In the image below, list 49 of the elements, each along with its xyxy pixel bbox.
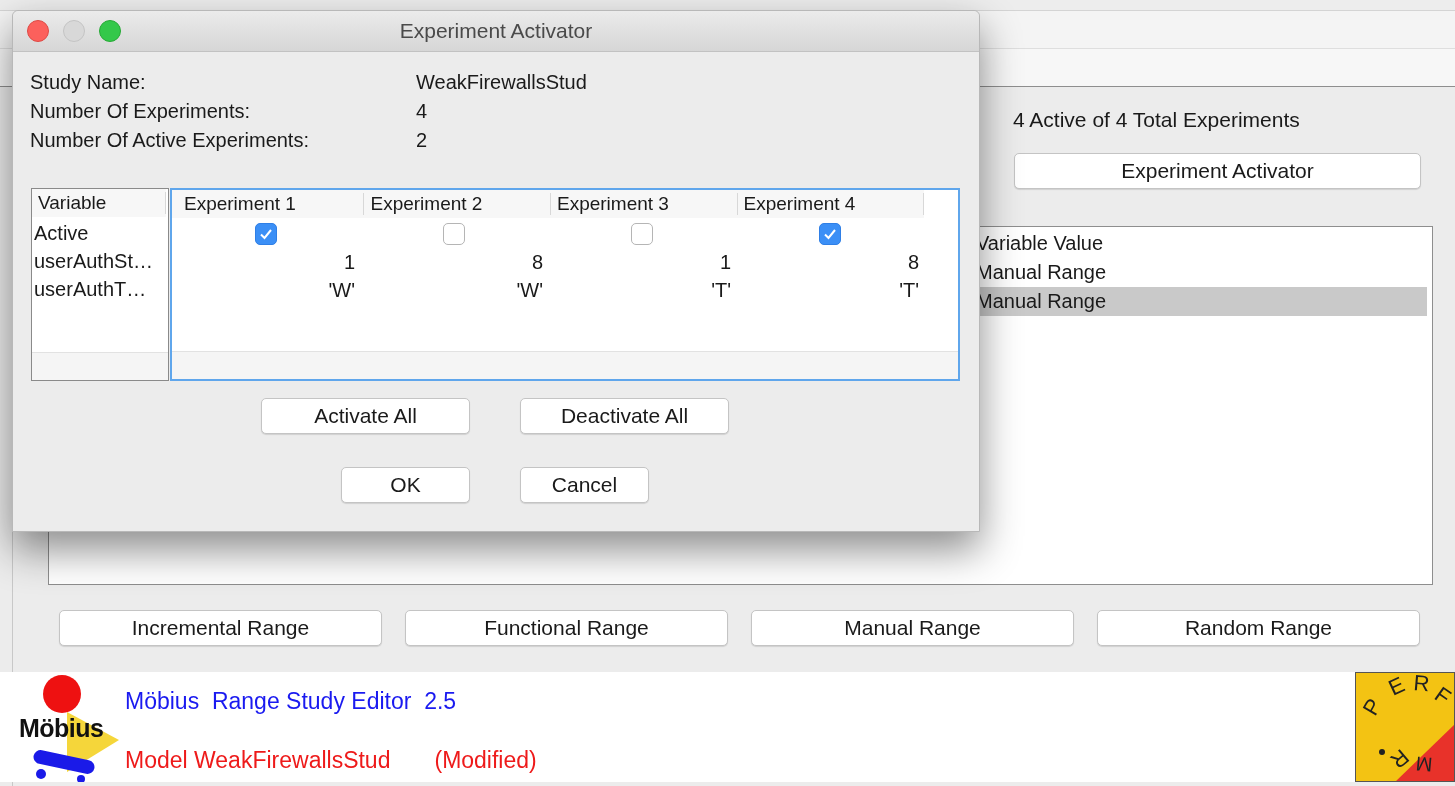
column-header: Experiment 1: [177, 193, 365, 215]
window-title: Experiment Activator: [399, 19, 593, 43]
column-header: Experiment 3: [551, 193, 738, 215]
table-cell-text: 1: [718, 250, 732, 274]
modified-status: (Modified): [434, 747, 537, 774]
deactivate-all-button[interactable]: Deactivate All: [520, 398, 729, 434]
model-name: Model WeakFirewallsStud: [125, 747, 391, 774]
activate-all-button[interactable]: Activate All: [261, 398, 470, 434]
table-cell-text: 'W': [515, 278, 544, 302]
table-cell-text: 8: [906, 250, 920, 274]
info-label: Study Name:: [30, 70, 147, 95]
checkmark-icon: [259, 228, 273, 240]
active-checkbox[interactable]: [819, 223, 841, 245]
column-header: Variable: [32, 192, 166, 214]
active-checkbox[interactable]: [631, 223, 653, 245]
range-button[interactable]: Random Range: [1097, 610, 1420, 646]
scrollbar[interactable]: [32, 352, 168, 380]
active-checkbox[interactable]: [443, 223, 465, 245]
range-button[interactable]: Functional Range: [405, 610, 728, 646]
info-value: WeakFirewallsStud: [416, 70, 588, 95]
checkmark-icon: [823, 228, 837, 240]
perform-logo: PERF RM: [1355, 672, 1455, 782]
table-cell-text: 'T': [710, 278, 732, 302]
scrollbar[interactable]: [172, 351, 958, 379]
variable-name: userAuthT…: [33, 277, 147, 301]
editor-title: Möbius Range Study Editor 2.5: [125, 688, 458, 715]
table-cell-text: 'W': [327, 278, 356, 302]
close-icon[interactable]: [27, 20, 49, 42]
table-cell-text: 'T': [898, 278, 920, 302]
variable-name: userAuthSt…: [33, 249, 153, 273]
experiments-summary: 4 Active of 4 Total Experiments: [1013, 108, 1301, 132]
minimize-icon[interactable]: [63, 20, 85, 42]
column-header: Experiment 2: [364, 193, 551, 215]
info-value: 4: [416, 99, 429, 124]
active-checkbox[interactable]: [255, 223, 277, 245]
cancel-button[interactable]: Cancel: [520, 467, 649, 503]
info-value: 2: [416, 128, 429, 153]
zoom-icon[interactable]: [99, 20, 121, 42]
column-header: Experiment 4: [737, 193, 924, 215]
info-label: Number Of Experiments:: [30, 99, 252, 124]
experiment-activator-button[interactable]: Experiment Activator: [1014, 153, 1421, 189]
table-cell-text: 8: [530, 250, 544, 274]
range-button[interactable]: Incremental Range: [59, 610, 382, 646]
info-label: Number Of Active Experiments:: [30, 128, 310, 153]
table-cell-text: 1: [342, 250, 356, 274]
column-header: Variable Value: [976, 232, 1104, 255]
range-button[interactable]: Manual Range: [751, 610, 1074, 646]
ok-button[interactable]: OK: [341, 467, 470, 503]
variable-name: Active: [33, 221, 89, 245]
